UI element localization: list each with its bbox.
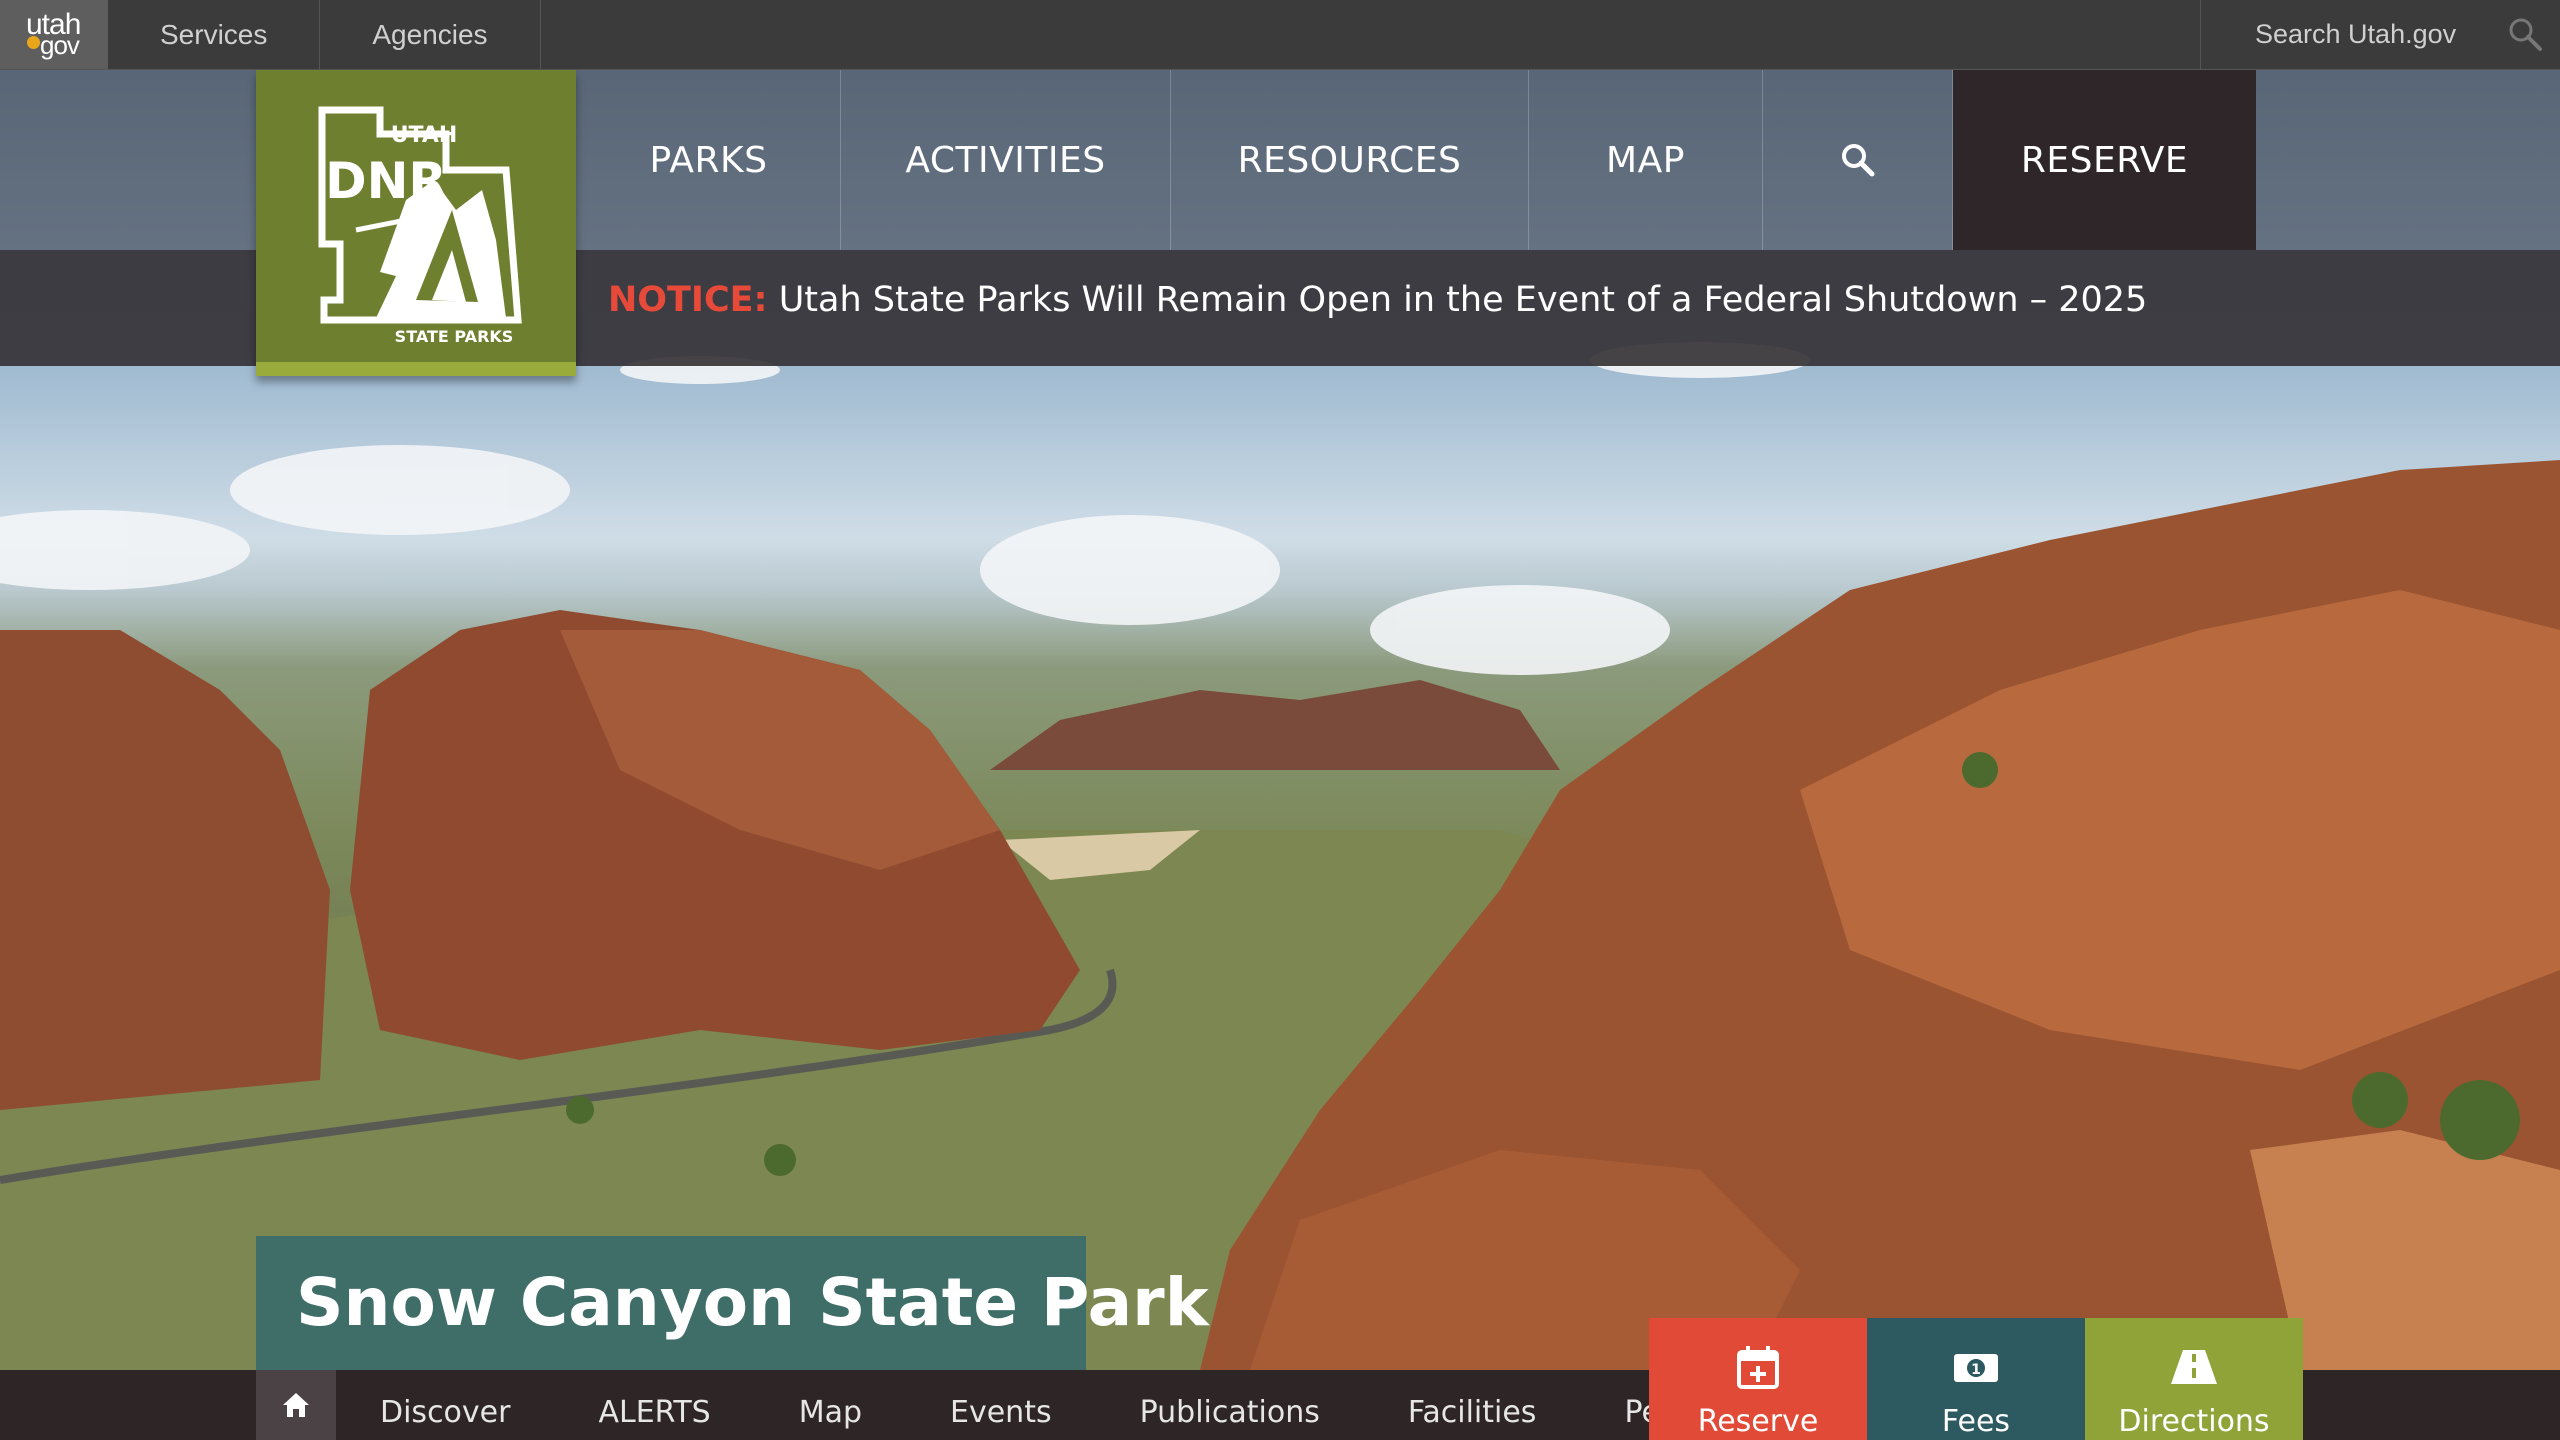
park-title-box: Snow Canyon State Park [256, 1236, 1209, 1370]
money-icon: 1 [1954, 1354, 1998, 1382]
utah-gov-logo-dot [27, 36, 40, 49]
search-icon[interactable] [2507, 16, 2543, 56]
road-icon [2171, 1350, 2217, 1384]
state-outline-emblem: UTAH DNR STATE PARKS [318, 106, 522, 346]
notice-label: NOTICE: [608, 280, 768, 320]
utah-gov-nav: Services Agencies [108, 0, 541, 69]
main-nav: PARKS ACTIVITIES RESOURCES MAP RESERVE [577, 70, 2256, 250]
utah-gov-search [2200, 0, 2560, 69]
notice-text: Utah State Parks Will Remain Open in the… [778, 280, 2148, 320]
notice-banner[interactable]: NOTICE: Utah State Parks Will Remain Ope… [608, 280, 2147, 320]
reserve-tile-button[interactable]: Reserve [1649, 1318, 1867, 1440]
nav-resources[interactable]: RESOURCES [1171, 70, 1529, 250]
nav-search-button[interactable] [1763, 70, 1953, 250]
logo-agency-text: DNR [325, 152, 447, 210]
utah-dnr-state-parks-logo[interactable]: UTAH DNR STATE PARKS [256, 70, 576, 376]
nav-parks[interactable]: PARKS [577, 70, 841, 250]
park-nav-items: Discover ALERTS Map Events Publications … [336, 1370, 1781, 1440]
reserve-tile-label: Reserve [1697, 1404, 1819, 1439]
calendar-plus-icon [1737, 1346, 1779, 1389]
search-icon [1841, 144, 1874, 177]
nav-activities[interactable]: ACTIVITIES [841, 70, 1171, 250]
directions-tile-button[interactable]: Directions [2085, 1318, 2303, 1440]
park-nav-discover[interactable]: Discover [336, 1370, 554, 1440]
topnav-agencies[interactable]: Agencies [320, 0, 541, 69]
fees-tile-button[interactable]: 1 Fees [1867, 1318, 2085, 1440]
svg-text:1: 1 [1971, 1362, 1981, 1378]
logo-division-text: STATE PARKS [395, 327, 514, 346]
logo-state-text: UTAH [391, 123, 458, 148]
park-nav-home-button[interactable] [256, 1370, 336, 1440]
utah-gov-search-input[interactable] [2201, 0, 2541, 69]
utah-gov-logo[interactable]: utah gov [0, 0, 108, 69]
utah-gov-bar: utah gov Services Agencies [0, 0, 2560, 70]
logo-stripe [256, 362, 576, 376]
park-nav-events[interactable]: Events [906, 1370, 1096, 1440]
home-icon [283, 1393, 309, 1417]
nav-reserve-button[interactable]: RESERVE [1953, 70, 2256, 250]
directions-tile-label: Directions [2118, 1404, 2270, 1439]
park-nav-publications[interactable]: Publications [1096, 1370, 1364, 1440]
utah-gov-logo-bottom: gov [40, 30, 80, 60]
park-title: Snow Canyon State Park [296, 1264, 1209, 1341]
nav-map[interactable]: MAP [1529, 70, 1763, 250]
park-nav-map[interactable]: Map [755, 1370, 906, 1440]
park-nav-facilities[interactable]: Facilities [1364, 1370, 1581, 1440]
fees-tile-label: Fees [1941, 1404, 2011, 1439]
park-nav-alerts[interactable]: ALERTS [554, 1370, 754, 1440]
topnav-services[interactable]: Services [108, 0, 321, 69]
